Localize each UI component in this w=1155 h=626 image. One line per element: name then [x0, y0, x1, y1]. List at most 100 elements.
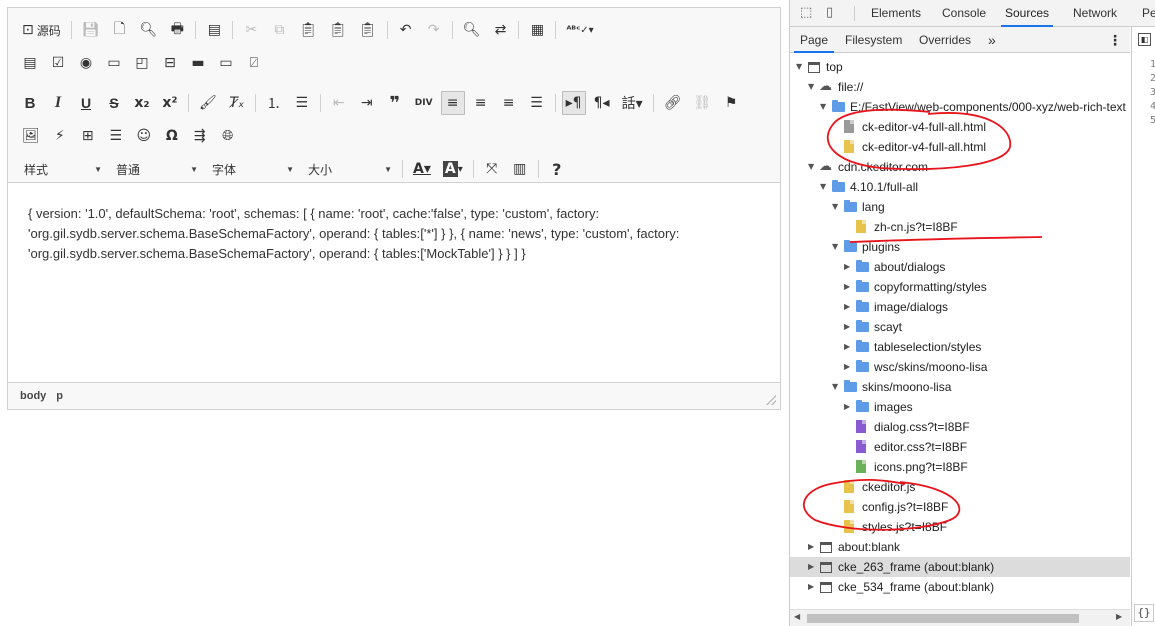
- underline-button[interactable]: U: [74, 91, 98, 115]
- tree-item[interactable]: ▶ scayt: [790, 317, 1130, 337]
- image-button-button[interactable]: ▭: [214, 51, 238, 75]
- scroll-right-icon[interactable]: ▶: [1116, 612, 1122, 621]
- caret-down-icon[interactable]: ▼: [808, 77, 818, 97]
- caret-right-icon[interactable]: ▶: [844, 357, 854, 377]
- path-body[interactable]: body: [20, 390, 46, 402]
- preview-button[interactable]: 🔍︎: [136, 18, 162, 42]
- maximize-button[interactable]: ⤧: [480, 157, 504, 181]
- copy-formatting-button[interactable]: 🖌︎: [195, 91, 221, 115]
- source-button[interactable]: ⊡ 源码: [18, 18, 65, 42]
- font-size-combo[interactable]: 大小 ▼: [302, 157, 396, 181]
- remove-format-button[interactable]: T̷ₓ: [225, 91, 249, 115]
- strikethrough-button[interactable]: S: [102, 91, 126, 115]
- tree-item[interactable]: ▶ cke_263_frame (about:blank): [790, 557, 1130, 577]
- caret-down-icon[interactable]: ▼: [808, 157, 818, 177]
- editor-content[interactable]: { version: '1.0', defaultSchema: 'root',…: [28, 204, 758, 264]
- caret-down-icon[interactable]: ▼: [832, 197, 842, 217]
- more-options-icon[interactable]: ⋮: [1108, 27, 1122, 53]
- tree-item[interactable]: ▶ tableselection/styles: [790, 337, 1130, 357]
- caret-right-icon[interactable]: ▶: [844, 317, 854, 337]
- tree-item[interactable]: ck-editor-v4-full-all.html: [790, 137, 1130, 157]
- checkbox-button[interactable]: ☑: [46, 51, 70, 75]
- hidden-field-button[interactable]: ⍁: [242, 51, 266, 75]
- caret-right-icon[interactable]: ▶: [844, 337, 854, 357]
- tree-item[interactable]: ▶ images: [790, 397, 1130, 417]
- language-button[interactable]: 話▾: [618, 91, 647, 115]
- flash-button[interactable]: ⚡: [48, 124, 72, 148]
- new-page-button[interactable]: 🗋: [108, 18, 132, 42]
- form-button-button[interactable]: ▬: [186, 51, 210, 75]
- tree-item[interactable]: ▶ about/dialogs: [790, 257, 1130, 277]
- path-p[interactable]: p: [56, 390, 63, 402]
- superscript-button[interactable]: x²: [158, 91, 182, 115]
- horizontal-rule-button[interactable]: ☰: [104, 124, 128, 148]
- tab-console[interactable]: Console: [942, 0, 986, 27]
- outdent-button[interactable]: ⇤: [327, 91, 351, 115]
- unlink-button[interactable]: ⛓: [689, 91, 715, 115]
- caret-right-icon[interactable]: ▶: [844, 297, 854, 317]
- radio-button[interactable]: ◉: [74, 51, 98, 75]
- blockquote-button[interactable]: ❞: [383, 91, 407, 115]
- special-char-button[interactable]: Ω: [160, 124, 184, 148]
- redo-button[interactable]: ↷: [422, 18, 446, 42]
- justify-button[interactable]: ☰: [525, 91, 549, 115]
- caret-down-icon[interactable]: ▼: [820, 97, 830, 117]
- numbered-list-button[interactable]: ⒈: [262, 91, 286, 115]
- tab-page[interactable]: Page: [794, 27, 835, 53]
- font-combo[interactable]: 字体 ▼: [206, 157, 298, 181]
- tab-performance[interactable]: Pe: [1142, 0, 1155, 27]
- paste-button[interactable]: 📋︎: [295, 18, 321, 42]
- tree-item[interactable]: zh-cn.js?t=I8BF: [790, 217, 1130, 237]
- caret-right-icon[interactable]: ▶: [808, 577, 818, 597]
- spellcheck-button[interactable]: ᴬᴮᶜ✓▾: [562, 18, 597, 42]
- inspect-icon[interactable]: ⬚: [800, 6, 814, 20]
- tree-item[interactable]: ▼ lang: [790, 197, 1130, 217]
- form-button[interactable]: ▤: [18, 51, 42, 75]
- tab-network[interactable]: Network: [1073, 0, 1117, 27]
- tree-item[interactable]: ▼ ☁ cdn.ckeditor.com: [790, 157, 1130, 177]
- copy-button[interactable]: ⧉: [267, 18, 291, 42]
- image-button[interactable]: 🖼︎: [18, 124, 44, 148]
- table-button[interactable]: ⊞: [76, 124, 100, 148]
- device-toggle-icon[interactable]: ▯: [826, 6, 840, 20]
- toggle-navigator-icon[interactable]: ◧: [1138, 33, 1151, 46]
- resize-handle[interactable]: [766, 395, 776, 405]
- caret-right-icon[interactable]: ▶: [844, 277, 854, 297]
- tree-item[interactable]: ▶ about:blank: [790, 537, 1130, 557]
- tree-item[interactable]: icons.png?t=I8BF: [790, 457, 1130, 477]
- link-button[interactable]: 🔗︎: [660, 91, 686, 115]
- tab-filesystem[interactable]: Filesystem: [845, 27, 902, 53]
- caret-right-icon[interactable]: ▶: [844, 257, 854, 277]
- tree-item[interactable]: ▶ wsc/skins/moono-lisa: [790, 357, 1130, 377]
- tree-item[interactable]: ck-editor-v4-full-all.html: [790, 117, 1130, 137]
- caret-right-icon[interactable]: ▶: [808, 557, 818, 577]
- select-button[interactable]: ⊟: [158, 51, 182, 75]
- save-button[interactable]: 💾︎: [78, 18, 104, 42]
- tree-item[interactable]: styles.js?t=I8BF: [790, 517, 1130, 537]
- caret-down-icon[interactable]: ▼: [820, 177, 830, 197]
- tree-item[interactable]: ▼ E:/FastView/web-components/000-xyz/web-…: [790, 97, 1130, 117]
- ltr-button[interactable]: ▸¶: [561, 91, 586, 115]
- text-color-button[interactable]: A▾: [409, 157, 435, 181]
- caret-down-icon[interactable]: ▼: [796, 57, 806, 77]
- align-right-button[interactable]: ≡: [497, 91, 521, 115]
- tab-elements[interactable]: Elements: [871, 0, 921, 27]
- caret-down-icon[interactable]: ▼: [832, 237, 842, 257]
- templates-button[interactable]: ▤: [202, 18, 226, 42]
- caret-right-icon[interactable]: ▶: [808, 537, 818, 557]
- rtl-button[interactable]: ¶◂: [590, 91, 614, 115]
- bg-color-button[interactable]: A ▾: [439, 157, 467, 181]
- horizontal-scrollbar[interactable]: ◀ ▶: [790, 609, 1130, 626]
- styles-combo[interactable]: 样式 ▼: [18, 157, 106, 181]
- caret-down-icon[interactable]: ▼: [832, 377, 842, 397]
- undo-button[interactable]: ↶: [394, 18, 418, 42]
- tree-item[interactable]: ▼ skins/moono-lisa: [790, 377, 1130, 397]
- paste-word-button[interactable]: 📋︎: [355, 18, 381, 42]
- scroll-left-icon[interactable]: ◀: [794, 612, 800, 621]
- find-button[interactable]: 🔍︎: [459, 18, 485, 42]
- tree-item[interactable]: ckeditor.js: [790, 477, 1130, 497]
- cut-button[interactable]: ✂: [239, 18, 263, 42]
- caret-right-icon[interactable]: ▶: [844, 397, 854, 417]
- subscript-button[interactable]: x₂: [130, 91, 154, 115]
- tree-item[interactable]: editor.css?t=I8BF: [790, 437, 1130, 457]
